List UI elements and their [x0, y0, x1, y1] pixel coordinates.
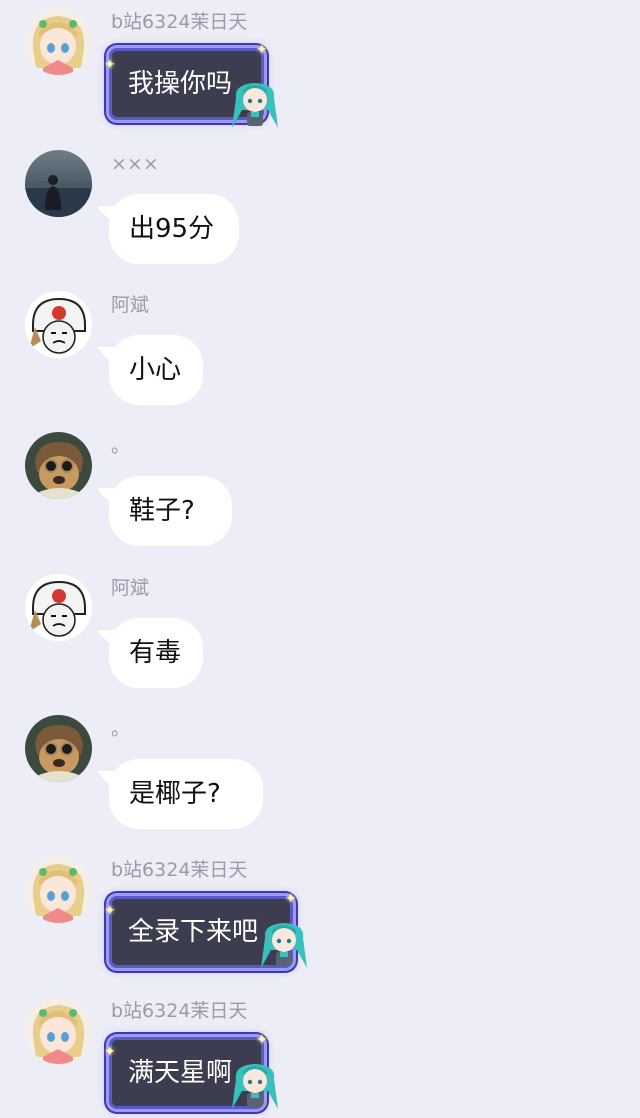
message-text: 鞋子? [129, 496, 195, 526]
sparkle-icon: ✦ [285, 891, 297, 907]
message-text: 小心 [129, 355, 182, 385]
sender-name: 阿斌 [111, 577, 150, 599]
message-text: 我操你吗 [128, 69, 233, 99]
message-bubble[interactable]: 有毒 [109, 618, 203, 688]
chat-message: 。 是椰子? [0, 715, 640, 835]
sparkle-icon: ✦ [104, 57, 116, 73]
anime-girl-avatar[interactable] [25, 997, 92, 1064]
miku-chibi-icon [232, 83, 278, 128]
message-bubble[interactable]: 鞋子? [109, 476, 232, 546]
chat-message: ××× 出95分 [0, 150, 640, 270]
helmet-meme-avatar[interactable] [25, 291, 92, 358]
message-bubble[interactable]: 小心 [109, 335, 203, 405]
goggles-dog-avatar[interactable] [25, 432, 92, 499]
anime-girl-avatar[interactable] [25, 856, 92, 923]
sender-name: 阿斌 [111, 294, 150, 316]
sparkle-icon: ✦ [256, 1032, 268, 1048]
sparkle-icon: ✦ [104, 1044, 116, 1060]
chat-message: 阿斌 小心 [0, 291, 640, 411]
miku-chibi-icon [232, 1064, 278, 1109]
chat-message: 阿斌 有毒 [0, 574, 640, 694]
message-text: 出95分 [129, 214, 215, 244]
goggles-dog-avatar[interactable] [25, 715, 92, 782]
sender-name: b站6324茉日天 [111, 859, 248, 881]
sender-name: b站6324茉日天 [111, 1000, 248, 1022]
message-text: 全录下来吧 [128, 917, 259, 947]
sender-name: b站6324茉日天 [111, 11, 248, 33]
message-text: 有毒 [129, 638, 182, 668]
person-by-lake-avatar[interactable] [25, 150, 92, 217]
sender-name: 。 [111, 435, 131, 457]
message-bubble[interactable]: 是椰子? [109, 759, 263, 829]
chat-message: b站6324茉日天 满天星啊 ✦ ✦ [0, 997, 640, 1118]
sender-name: 。 [111, 718, 131, 740]
sparkle-icon: ✦ [256, 42, 268, 58]
miku-chibi-icon [261, 923, 307, 968]
message-bubble[interactable]: 出95分 [109, 194, 239, 264]
message-text: 是椰子? [129, 779, 221, 809]
chat-message: b站6324茉日天 全录下来吧 ✦ ✦ [0, 856, 640, 976]
sender-name: ××× [111, 153, 159, 175]
sparkle-icon: ✦ [104, 903, 116, 919]
chat-message: 。 鞋子? [0, 432, 640, 552]
anime-girl-avatar[interactable] [25, 8, 92, 75]
chat-message: b站6324茉日天 我操你吗 ✦ ✦ [0, 8, 640, 128]
chat-message-list[interactable]: b站6324茉日天 我操你吗 ✦ ✦ ××× 出95分 阿斌 小心 。 鞋子? … [0, 0, 640, 1118]
message-text: 满天星啊 [128, 1058, 233, 1088]
helmet-meme-avatar[interactable] [25, 574, 92, 641]
